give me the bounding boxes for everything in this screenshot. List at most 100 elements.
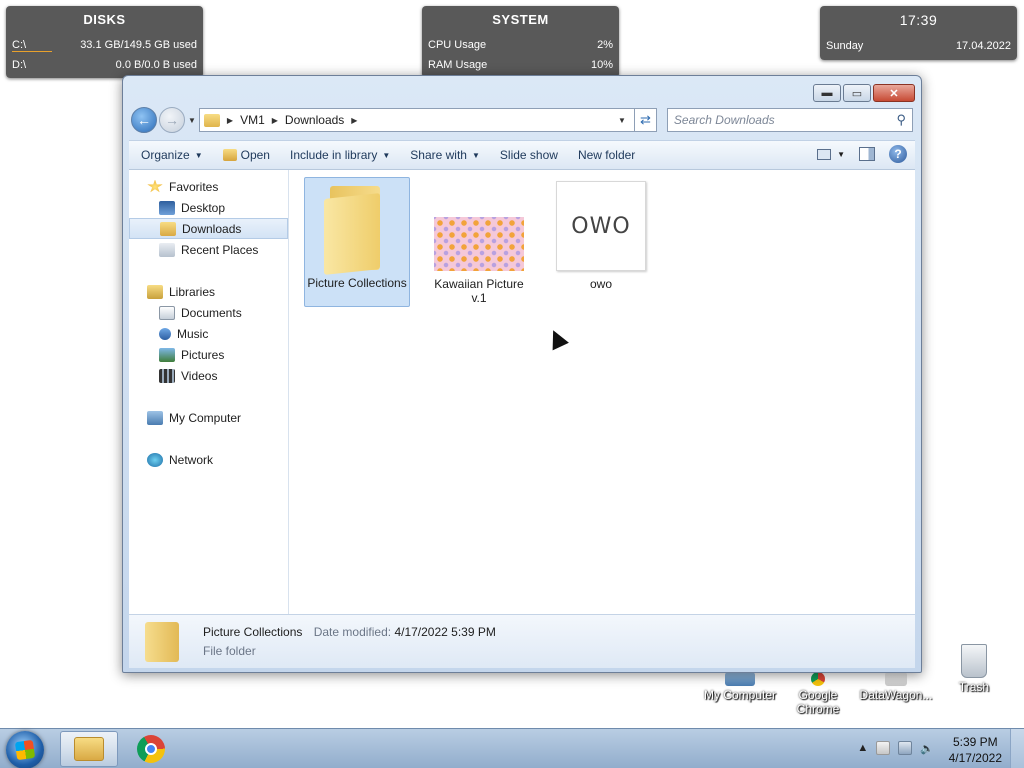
- ram-row: RAM Usage 10%: [422, 55, 619, 75]
- disk-row-c: C:\ 33.1 GB/149.5 GB used: [6, 35, 203, 55]
- breadcrumb-downloads[interactable]: Downloads: [285, 113, 344, 127]
- cpu-row: CPU Usage 2%: [422, 35, 619, 55]
- clock-widget-time: 17:39: [899, 12, 938, 28]
- nav-network[interactable]: Network: [129, 449, 288, 470]
- disk-usage-bar: [12, 51, 52, 52]
- nav-pictures[interactable]: Pictures: [129, 344, 288, 365]
- downloads-folder-icon: [160, 221, 176, 236]
- breadcrumb-separator-icon[interactable]: ▶: [272, 116, 278, 125]
- action-center-icon[interactable]: [876, 741, 891, 755]
- navigation-bar: ← → ▼ ▶ VM1 ▶ Downloads ▶ ▼ ⇄ ⚲: [131, 106, 913, 134]
- nav-music[interactable]: Music: [129, 323, 288, 344]
- nav-label: Recent Places: [181, 242, 259, 257]
- cpu-value: 2%: [597, 39, 613, 51]
- disk-value: 0.0 B/0.0 B used: [115, 59, 197, 71]
- nav-libraries[interactable]: Libraries: [129, 281, 288, 302]
- chrome-icon: [811, 672, 825, 686]
- show-desktop-button[interactable]: [1010, 729, 1024, 768]
- breadcrumb-separator-icon[interactable]: ▶: [227, 116, 233, 125]
- libraries-icon: [147, 284, 163, 299]
- clock-row: Sunday 17.04.2022: [820, 36, 1017, 56]
- file-name: Picture Collections: [307, 276, 407, 290]
- search-input[interactable]: [673, 113, 897, 127]
- search-box[interactable]: ⚲: [666, 108, 913, 132]
- music-icon: [159, 327, 171, 340]
- minimize-icon: ▬: [821, 87, 833, 99]
- nav-recent-places[interactable]: Recent Places: [129, 239, 288, 260]
- desktop-icon-my-computer[interactable]: My Computer: [700, 672, 780, 702]
- nav-desktop[interactable]: Desktop: [129, 197, 288, 218]
- disk-label: D:\: [12, 59, 27, 71]
- nav-documents[interactable]: Documents: [129, 302, 288, 323]
- change-view-button[interactable]: ▼: [817, 148, 845, 160]
- breadcrumb-vm1[interactable]: VM1: [240, 113, 265, 127]
- taskbar-time: 5:39 PM: [952, 735, 998, 749]
- star-icon: [147, 179, 163, 193]
- nav-label: My Computer: [169, 410, 242, 425]
- explorer-window: ▬ ▭ ✕ ← → ▼ ▶ VM1 ▶ Downloads ▶ ▼ ⇄ ⚲ Or…: [122, 75, 922, 673]
- nav-favorites[interactable]: Favorites: [129, 176, 288, 197]
- clock-date: 17.04.2022: [955, 40, 1011, 52]
- include-in-library-button[interactable]: Include in library ▼: [290, 148, 390, 162]
- search-icon[interactable]: ⚲: [896, 112, 906, 128]
- slide-show-button[interactable]: Slide show: [500, 148, 558, 162]
- preview-pane-icon[interactable]: [859, 147, 875, 161]
- recent-pages-dropdown[interactable]: ▼: [188, 116, 196, 125]
- show-hidden-icons-icon[interactable]: ▲: [857, 742, 868, 754]
- nav-label: Pictures: [181, 347, 225, 362]
- desktop-icon-chrome[interactable]: Google Chrome: [778, 672, 858, 716]
- chevron-down-icon: ▼: [194, 150, 203, 160]
- network-tray-icon[interactable]: [898, 741, 913, 755]
- datawagon-icon: [885, 672, 907, 686]
- volume-icon[interactable]: 🔈: [920, 742, 934, 755]
- minimize-button[interactable]: ▬: [813, 84, 841, 102]
- open-button[interactable]: Open: [222, 148, 270, 162]
- back-arrow-icon: ←: [137, 112, 151, 128]
- desktop-icon-label: DataWagon...: [859, 688, 933, 702]
- close-button[interactable]: ✕: [873, 84, 915, 102]
- computer-icon: [725, 672, 755, 686]
- details-type: File folder: [203, 644, 256, 658]
- desktop-icon: [159, 200, 175, 215]
- system-widget: SYSTEM CPU Usage 2% RAM Usage 10%: [422, 6, 619, 78]
- open-folder-icon: [222, 149, 237, 161]
- file-item-kawaiian-picture[interactable]: Kawaiian Picture v.1: [426, 177, 532, 305]
- address-bar[interactable]: ▶ VM1 ▶ Downloads ▶ ▼: [198, 108, 635, 132]
- help-icon[interactable]: ?: [889, 145, 907, 163]
- refresh-icon: ⇄: [639, 112, 651, 127]
- new-folder-button[interactable]: New folder: [578, 148, 635, 162]
- include-label: Include in library: [289, 148, 378, 162]
- image-thumbnail: [434, 217, 524, 271]
- taskbar-chrome-button[interactable]: [122, 731, 180, 767]
- back-button[interactable]: ←: [131, 107, 157, 133]
- start-button[interactable]: [6, 731, 44, 768]
- pictures-icon: [159, 347, 175, 362]
- organize-button[interactable]: Organize ▼: [141, 148, 203, 162]
- folder-icon: [74, 737, 104, 761]
- taskbar-clock[interactable]: 5:39 PM 4/17/2022: [949, 734, 1002, 766]
- refresh-button[interactable]: ⇄: [634, 108, 657, 132]
- nav-videos[interactable]: Videos: [129, 365, 288, 386]
- nav-my-computer[interactable]: My Computer: [129, 407, 288, 428]
- disks-widget: DISKS C:\ 33.1 GB/149.5 GB used D:\ 0.0 …: [6, 6, 203, 78]
- clock-day: Sunday: [826, 40, 864, 52]
- share-with-button[interactable]: Share with ▼: [410, 148, 480, 162]
- network-icon: [147, 452, 163, 467]
- taskbar-date: 4/17/2022: [948, 751, 1002, 765]
- desktop-icon-datawagon[interactable]: DataWagon...: [856, 672, 936, 702]
- maximize-button[interactable]: ▭: [843, 84, 871, 102]
- details-date-label: Date modified:: [313, 625, 392, 639]
- taskbar-explorer-button[interactable]: [60, 731, 118, 767]
- file-name: owo: [589, 277, 612, 291]
- folder-icon: [203, 113, 220, 127]
- nav-label: Favorites: [169, 179, 219, 194]
- address-dropdown-icon[interactable]: ▼: [614, 116, 630, 125]
- cpu-label: CPU Usage: [428, 39, 487, 51]
- nav-downloads[interactable]: Downloads: [129, 218, 288, 239]
- file-item-owo[interactable]: OWO owo: [548, 177, 654, 291]
- desktop-icon-trash[interactable]: Trash: [934, 644, 1014, 694]
- file-item-picture-collections[interactable]: Picture Collections: [304, 177, 410, 307]
- open-label: Open: [240, 148, 270, 162]
- forward-button[interactable]: →: [159, 107, 185, 133]
- breadcrumb-separator-icon[interactable]: ▶: [351, 116, 357, 125]
